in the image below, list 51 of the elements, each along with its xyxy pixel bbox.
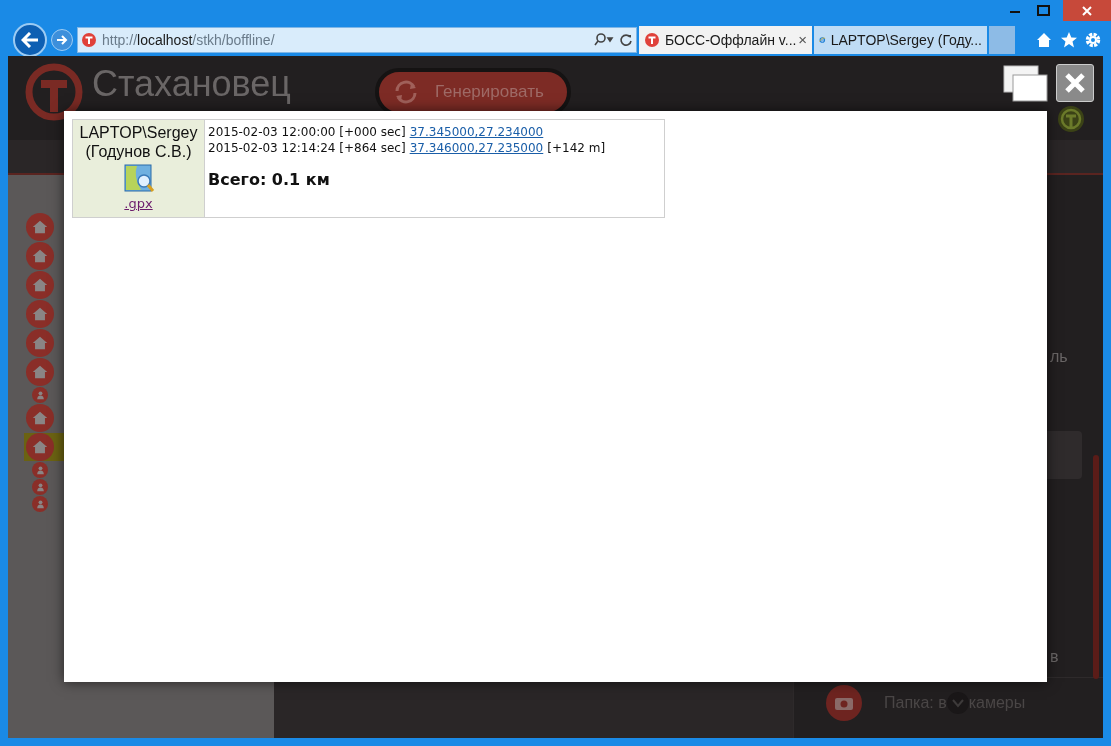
user-login: LAPTOP\Sergey: [79, 123, 198, 142]
house-icon: [31, 363, 49, 381]
panel-text: ль: [1050, 347, 1068, 367]
restore-icon[interactable]: [1003, 65, 1049, 103]
close-button[interactable]: [1056, 64, 1094, 102]
settings-icon[interactable]: [1084, 31, 1102, 49]
person-icon: [34, 498, 46, 510]
logo-icon: [1057, 105, 1085, 133]
person-icon: [34, 481, 46, 493]
site-icon: [81, 32, 97, 48]
close-icon: [1081, 4, 1093, 17]
map-file-icon[interactable]: [122, 164, 155, 194]
camera-button[interactable]: [826, 684, 862, 721]
house-icon: [31, 276, 49, 294]
refresh-icon[interactable]: [619, 33, 633, 47]
forward-arrow-icon: [56, 35, 68, 45]
house-icon: [31, 305, 49, 323]
user-name: (Годунов С.В.): [85, 142, 192, 161]
tab-close[interactable]: ×: [798, 28, 807, 52]
gpx-link[interactable]: .gpx: [124, 194, 153, 213]
coordinates-link[interactable]: 37.346000,27.235000: [409, 140, 544, 156]
browser-tab[interactable]: БОСС-Оффлайн v...×: [639, 26, 812, 54]
house-icon: [31, 247, 49, 265]
house-icon: [31, 218, 49, 236]
person-icon: [34, 389, 46, 401]
close-icon: [1064, 72, 1086, 94]
house-icon: [31, 438, 49, 456]
tab-title: БОСС-Оффлайн v...: [665, 30, 798, 50]
logo-text: Стахановец: [92, 62, 291, 106]
house-icon: [31, 334, 49, 352]
coordinates-link[interactable]: 37.345000,27.234000: [409, 124, 544, 140]
point-time: 2015-02-03 12:14:24 [+864 sec]: [208, 140, 406, 156]
total-distance: Всего: 0.1 км: [208, 172, 331, 188]
search-icon[interactable]: [593, 32, 615, 48]
browser-tab[interactable]: LAPTOP\Sergey (Году...: [814, 26, 987, 54]
point-time: 2015-02-03 12:00:00 [+000 sec]: [208, 124, 406, 140]
logo-icon: [24, 62, 84, 122]
forward-button[interactable]: [51, 29, 73, 51]
address-field[interactable]: http://localhost/stkh/boffline/: [77, 27, 637, 53]
star-icon[interactable]: [1060, 31, 1078, 49]
address-text: http://localhost/stkh/boffline/: [102, 30, 275, 50]
point-distance: [+142 m]: [547, 140, 606, 156]
panel-text: в: [1050, 647, 1059, 667]
back-button[interactable]: [13, 23, 47, 57]
back-arrow-icon: [21, 32, 39, 48]
person-icon: [34, 464, 46, 476]
home-icon[interactable]: [1035, 31, 1053, 49]
site-icon: [644, 32, 660, 48]
house-icon: [31, 409, 49, 427]
tab-title: LAPTOP\Sergey (Году...: [830, 30, 982, 50]
window-close-button[interactable]: [1063, 0, 1111, 21]
